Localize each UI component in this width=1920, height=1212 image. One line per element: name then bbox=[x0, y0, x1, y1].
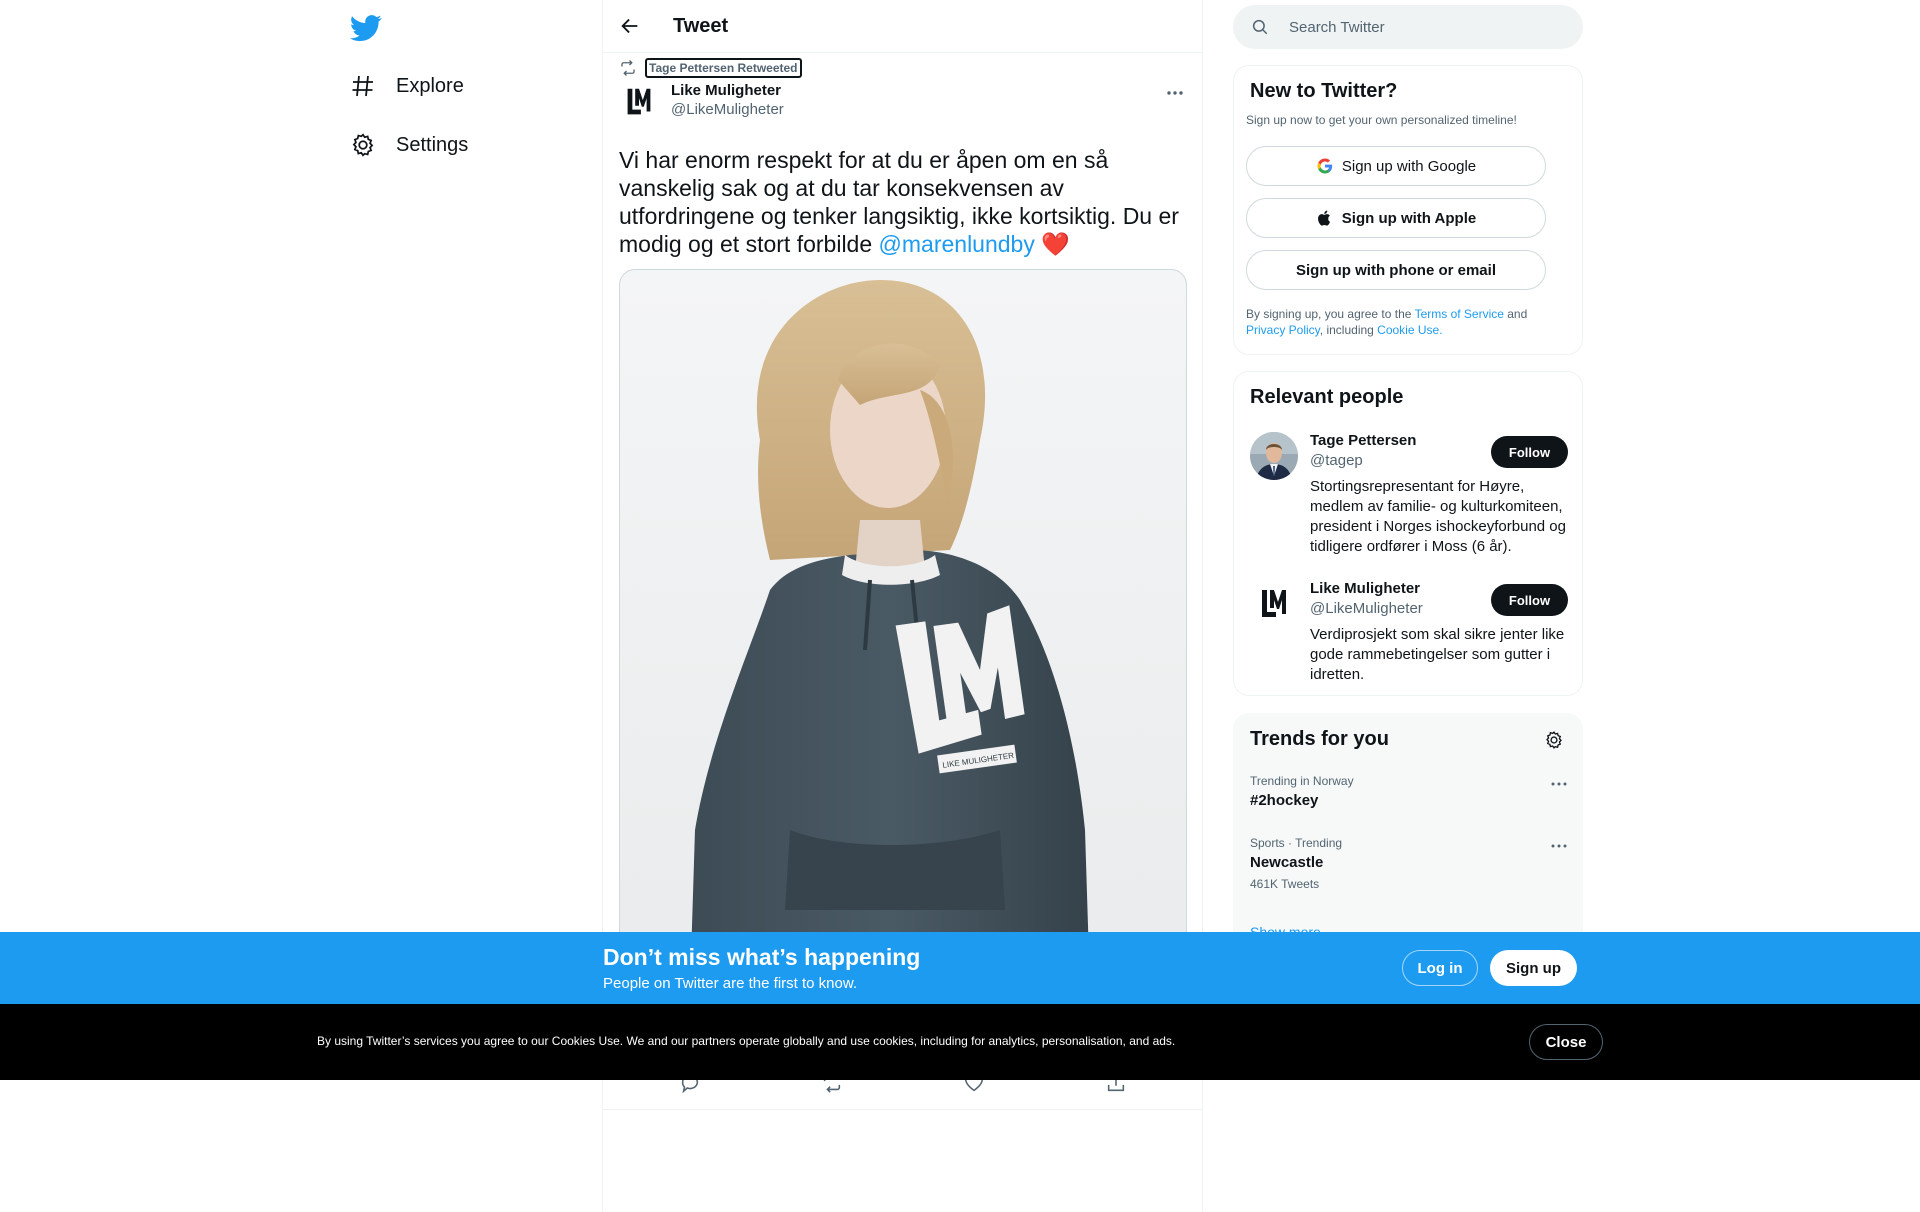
nav-settings[interactable]: Settings bbox=[350, 125, 468, 165]
author-handle[interactable]: @LikeMuligheter bbox=[671, 101, 784, 118]
avatar[interactable] bbox=[1250, 432, 1298, 480]
nav-settings-label: Settings bbox=[396, 133, 469, 156]
divider bbox=[603, 1109, 1203, 1110]
retweet-small-icon bbox=[619, 59, 637, 77]
signup-apple-label: Sign up with Apple bbox=[1341, 209, 1477, 227]
arrow-left-icon[interactable] bbox=[619, 15, 641, 37]
photo-woman-in-hoodie: LIKE MULIGHETER bbox=[690, 280, 1090, 988]
main-header: Tweet bbox=[603, 0, 1202, 53]
more-options-icon[interactable] bbox=[1550, 778, 1568, 790]
signup-phone-button[interactable]: Sign up with phone or email bbox=[1246, 250, 1546, 290]
banner-title: Don’t miss what’s happening bbox=[603, 944, 921, 970]
cookie-link[interactable]: Cookie Use. bbox=[1377, 323, 1442, 337]
cookie-text: By using Twitter’s services you agree to… bbox=[317, 1034, 1176, 1048]
close-button[interactable]: Close bbox=[1529, 1024, 1603, 1060]
more-options-icon[interactable] bbox=[1164, 86, 1186, 100]
trends-title: Trends for you bbox=[1250, 728, 1389, 750]
google-icon bbox=[1316, 157, 1334, 175]
signup-google-label: Sign up with Google bbox=[1341, 157, 1477, 175]
signup-title: New to Twitter? bbox=[1250, 80, 1398, 102]
nav-explore[interactable]: Explore bbox=[350, 66, 464, 106]
signup-button[interactable]: Sign up bbox=[1490, 950, 1577, 986]
signup-subtitle: Sign up now to get your own personalized… bbox=[1246, 113, 1517, 127]
signup-apple-button[interactable]: Sign up with Apple bbox=[1246, 198, 1546, 238]
relevant-people-title: Relevant people bbox=[1250, 386, 1404, 408]
retweet-context: Tage Pettersen Retweeted bbox=[619, 58, 802, 78]
heart-emoji: ❤️ bbox=[1041, 231, 1070, 257]
follow-button[interactable]: Follow bbox=[1491, 436, 1568, 468]
search-input[interactable] bbox=[1289, 18, 1549, 36]
trend-meta: Trending in Norway bbox=[1250, 774, 1354, 788]
signup-card: New to Twitter? Sign up now to get your … bbox=[1233, 65, 1583, 355]
avatar[interactable] bbox=[1250, 580, 1298, 628]
signup-phone-label: Sign up with phone or email bbox=[1295, 261, 1496, 279]
author-name[interactable]: Like Muligheter bbox=[671, 82, 784, 99]
gear-icon[interactable] bbox=[1544, 730, 1564, 750]
apple-icon bbox=[1316, 209, 1334, 227]
login-button[interactable]: Log in bbox=[1402, 950, 1478, 986]
author-names: Like Muligheter @LikeMuligheter bbox=[671, 82, 784, 122]
person-bio: Verdiprosjekt som skal sikre jenter like… bbox=[1310, 626, 1565, 683]
more-options-icon[interactable] bbox=[1550, 840, 1568, 852]
search-icon bbox=[1251, 18, 1269, 36]
page-title: Tweet bbox=[673, 14, 729, 37]
trend-name: Newcastle bbox=[1250, 854, 1324, 871]
follow-button[interactable]: Follow bbox=[1491, 584, 1568, 616]
search-bar[interactable] bbox=[1233, 5, 1583, 49]
gear-icon bbox=[350, 132, 376, 158]
legal-text-1: By signing up, you agree to the bbox=[1246, 307, 1415, 321]
person-bio: Stortingsrepresentant for Høyre, medlem … bbox=[1310, 478, 1566, 555]
signup-banner: Don’t miss what’s happening People on Tw… bbox=[0, 932, 1920, 1004]
cookie-bar: By using Twitter’s services you agree to… bbox=[0, 1004, 1920, 1080]
trends-card: Trends for you Trending in Norway #2hock… bbox=[1233, 713, 1583, 963]
hashtag-icon bbox=[350, 73, 376, 99]
trend-count: 461K Tweets bbox=[1250, 877, 1320, 891]
relevant-people-card: Relevant people Tage Pettersen @tagep St… bbox=[1233, 371, 1583, 696]
banner-subtitle: People on Twitter are the first to know. bbox=[603, 975, 858, 992]
trend-meta: Sports · Trending bbox=[1250, 836, 1343, 850]
tweet-author[interactable]: Like Muligheter @LikeMuligheter bbox=[619, 82, 784, 122]
retweeted-by-link[interactable]: Tage Pettersen Retweeted bbox=[645, 58, 802, 78]
terms-link[interactable]: Terms of Service bbox=[1415, 307, 1504, 321]
avatar[interactable] bbox=[619, 82, 659, 122]
signup-google-button[interactable]: Sign up with Google bbox=[1246, 146, 1546, 186]
nav-explore-label: Explore bbox=[396, 74, 464, 97]
signup-legal: By signing up, you agree to the Terms of… bbox=[1246, 306, 1566, 338]
legal-text-3: , including bbox=[1319, 323, 1378, 337]
trend-name: #2hockey bbox=[1250, 792, 1319, 809]
tweet-text: Vi har enorm respekt for at du er åpen o… bbox=[619, 146, 1189, 258]
trend-item[interactable]: Sports · Trending Newcastle 461K Tweets bbox=[1250, 836, 1568, 891]
privacy-link[interactable]: Privacy Policy bbox=[1246, 323, 1320, 337]
tweet-photo[interactable]: LIKE MULIGHETER bbox=[619, 269, 1187, 989]
legal-text-2: and bbox=[1503, 307, 1528, 321]
twitter-bird-icon[interactable] bbox=[350, 12, 382, 44]
trend-item[interactable]: Trending in Norway #2hockey bbox=[1250, 774, 1568, 809]
mention-link[interactable]: @marenlundby bbox=[879, 231, 1035, 257]
